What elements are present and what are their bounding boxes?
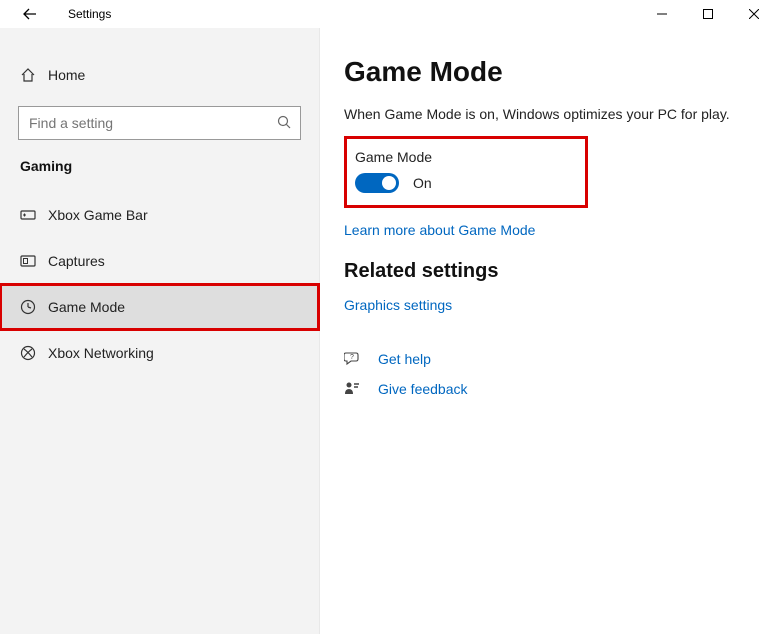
back-button[interactable] <box>16 7 44 21</box>
search-input[interactable] <box>18 106 301 140</box>
svg-text:?: ? <box>350 354 354 361</box>
minimize-button[interactable] <box>639 0 685 28</box>
home-label: Home <box>48 67 85 83</box>
page-title: Game Mode <box>344 56 753 88</box>
feedback-icon <box>344 381 378 397</box>
nav-label: Captures <box>48 253 105 269</box>
toggle-knob <box>382 176 396 190</box>
nav-captures[interactable]: Captures <box>0 238 319 284</box>
close-button[interactable] <box>731 0 777 28</box>
graphics-settings-link[interactable]: Graphics settings <box>344 297 753 313</box>
toggle-label: Game Mode <box>355 149 577 165</box>
sidebar: Home Gaming Xbox Game Bar Captures <box>0 28 320 634</box>
give-feedback-link[interactable]: Give feedback <box>378 381 468 397</box>
related-settings-heading: Related settings <box>344 260 753 283</box>
search-icon <box>277 115 291 129</box>
game-mode-toggle[interactable] <box>355 173 399 193</box>
close-icon <box>749 9 759 19</box>
home-nav[interactable]: Home <box>0 56 319 94</box>
window-title: Settings <box>68 7 111 21</box>
maximize-icon <box>703 9 713 19</box>
home-icon <box>20 67 48 83</box>
game-bar-icon <box>20 208 48 222</box>
captures-icon <box>20 254 48 268</box>
nav-label: Xbox Networking <box>48 345 154 361</box>
xbox-icon <box>20 345 48 361</box>
learn-more-link[interactable]: Learn more about Game Mode <box>344 222 753 238</box>
nav-xbox-game-bar[interactable]: Xbox Game Bar <box>0 192 319 238</box>
help-icon: ? <box>344 351 378 367</box>
game-mode-toggle-group: Game Mode On <box>344 136 588 208</box>
maximize-button[interactable] <box>685 0 731 28</box>
nav-game-mode[interactable]: Game Mode <box>0 284 319 330</box>
content-pane: Game Mode When Game Mode is on, Windows … <box>320 28 777 634</box>
nav-xbox-networking[interactable]: Xbox Networking <box>0 330 319 376</box>
nav-label: Xbox Game Bar <box>48 207 148 223</box>
arrow-left-icon <box>23 7 37 21</box>
category-heading: Gaming <box>0 158 319 174</box>
minimize-icon <box>657 9 667 19</box>
game-mode-icon <box>20 299 48 315</box>
page-description: When Game Mode is on, Windows optimizes … <box>344 106 753 122</box>
nav-label: Game Mode <box>48 299 125 315</box>
toggle-state: On <box>413 175 432 191</box>
get-help-link[interactable]: Get help <box>378 351 431 367</box>
